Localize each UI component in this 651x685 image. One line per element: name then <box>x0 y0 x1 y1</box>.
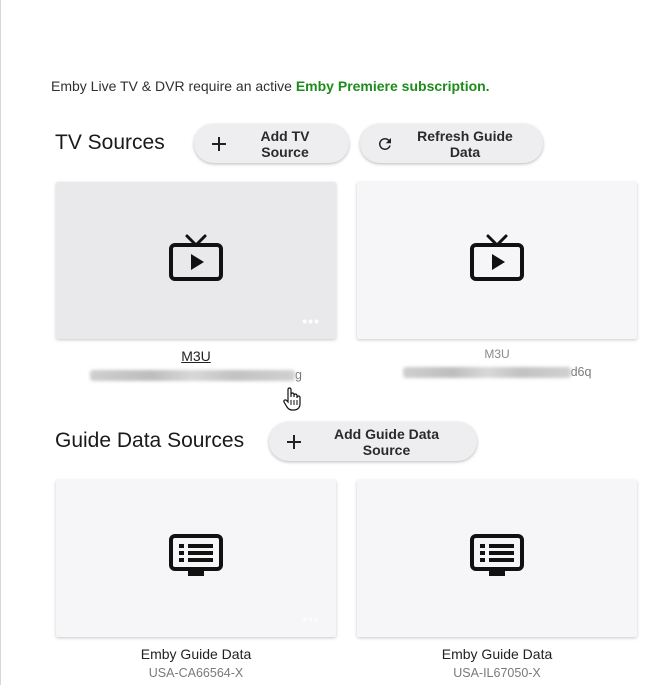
add-guide-data-source-label: Add Guide Data Source <box>333 425 439 458</box>
hand-pointer-icon <box>281 386 303 412</box>
tv-source-url: g <box>56 368 336 384</box>
guide-source-title[interactable]: Emby Guide Data <box>357 646 637 662</box>
add-guide-data-source-button[interactable]: Add Guide Data Source <box>269 422 477 461</box>
tv-source-title[interactable]: M3U <box>357 347 637 361</box>
guide-list-icon <box>168 533 224 584</box>
live-tv-icon <box>469 233 525 288</box>
redacted-url-blur <box>402 367 571 379</box>
guide-source-title[interactable]: Emby Guide Data <box>56 646 336 662</box>
guide-source-card[interactable]: ••• Emby Guide Data USA-CA66564-X <box>56 480 336 682</box>
guide-source-card-image[interactable] <box>357 480 637 637</box>
plus-icon <box>210 135 228 153</box>
premiere-subscription-link[interactable]: Emby Premiere subscription. <box>296 78 490 94</box>
plus-icon <box>285 433 303 451</box>
live-tv-settings-page: Emby Live TV & DVR require an active Emb… <box>0 0 651 685</box>
more-horizontal-icon[interactable]: ••• <box>302 314 320 328</box>
tv-source-card-image[interactable]: ••• <box>56 182 336 339</box>
guide-source-id: USA-CA66564-X <box>148 666 244 680</box>
live-tv-icon <box>168 233 224 288</box>
tv-source-card-image[interactable] <box>357 182 637 339</box>
refresh-icon <box>376 135 394 153</box>
tv-source-card[interactable]: ••• M3U g <box>56 182 336 384</box>
tv-source-url-tail: g <box>295 368 302 382</box>
tv-source-card[interactable]: M3U d6q <box>357 182 637 381</box>
tv-source-url: d6q <box>357 365 637 381</box>
premiere-notice-text: Emby Live TV & DVR require an active <box>51 78 296 94</box>
guide-source-card-image[interactable]: ••• <box>56 480 336 637</box>
tv-source-url-tail: d6q <box>570 365 592 379</box>
tv-sources-title: TV Sources <box>55 131 165 154</box>
redacted-url-blur <box>90 370 296 382</box>
guide-data-sources-title: Guide Data Sources <box>55 429 245 452</box>
add-tv-source-label: Add TV Source <box>260 127 310 160</box>
refresh-guide-data-label: Refresh Guide Data <box>417 127 513 160</box>
guide-source-id: USA-IL67050-X <box>453 666 541 680</box>
guide-list-icon <box>469 533 525 584</box>
more-horizontal-icon[interactable]: ••• <box>302 612 320 626</box>
premiere-notice: Emby Live TV & DVR require an active Emb… <box>51 78 490 94</box>
add-tv-source-button[interactable]: Add TV Source <box>194 124 349 163</box>
guide-source-card[interactable]: Emby Guide Data USA-IL67050-X <box>357 480 637 682</box>
refresh-guide-data-button[interactable]: Refresh Guide Data <box>360 124 543 163</box>
tv-source-title[interactable]: M3U <box>56 348 336 364</box>
